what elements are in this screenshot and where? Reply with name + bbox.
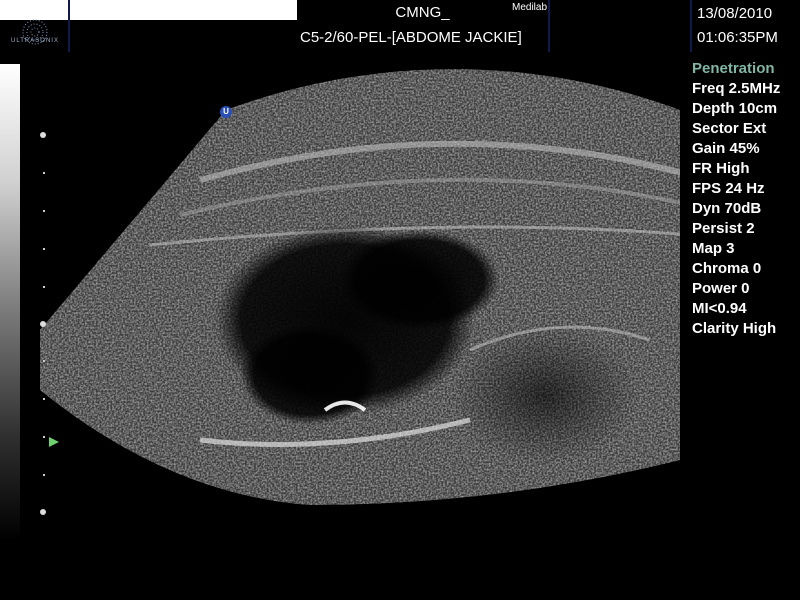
param-depth-10cm: Depth 10cm	[692, 100, 778, 117]
depth-tick	[43, 474, 45, 476]
depth-tick	[43, 286, 45, 288]
depth-marker	[40, 321, 46, 327]
param-power-0: Power 0	[692, 280, 750, 297]
depth-tick	[43, 172, 45, 174]
depth-tick	[43, 210, 45, 212]
depth-tick	[43, 248, 45, 250]
depth-marker	[40, 509, 46, 515]
param-penetration: Penetration	[692, 60, 775, 77]
param-clarity-high: Clarity High	[692, 320, 777, 337]
parameter-panel: Penetration Freq 2.5MHz Depth 10cm Sector E…	[692, 59, 800, 339]
focus-arrow-icon	[49, 437, 59, 447]
ultrasound-image	[40, 69, 680, 506]
depth-tick	[43, 360, 45, 362]
param-persist-2: Persist 2	[692, 220, 755, 237]
depth-marker	[40, 132, 46, 138]
param-fr-high: FR High	[692, 160, 750, 177]
param-dyn-70db: Dyn 70dB	[692, 200, 762, 217]
param-mi-0-94: MI<0.94	[692, 300, 747, 317]
param-map-3: Map 3	[692, 240, 735, 257]
depth-tick	[43, 436, 45, 438]
param-sector-ext: Sector Ext	[692, 120, 767, 137]
param-chroma-0: Chroma 0	[692, 260, 762, 277]
param-gain-45: Gain 45%	[692, 140, 760, 157]
param-fps-24-hz: FPS 24 Hz	[692, 180, 765, 197]
orientation-marker: U	[220, 106, 232, 118]
param-freq-2-5mhz: Freq 2.5MHz	[692, 80, 781, 97]
depth-tick	[43, 398, 45, 400]
